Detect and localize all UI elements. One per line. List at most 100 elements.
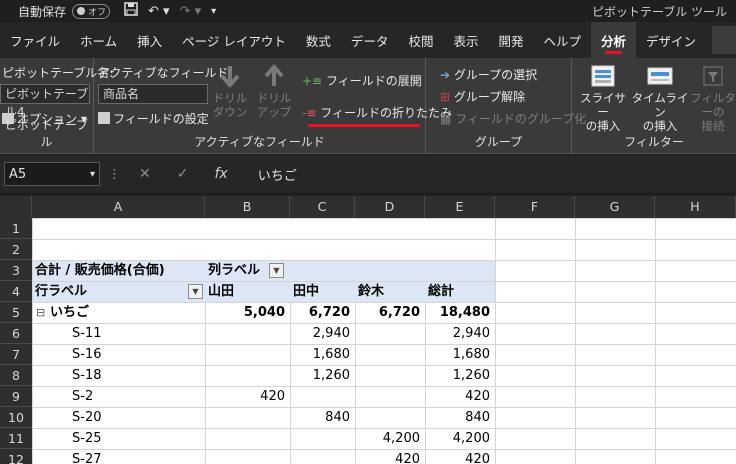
row-header-5[interactable]: 5 (0, 302, 32, 323)
column-labels-dropdown-icon[interactable]: ▼ (269, 263, 284, 278)
pivot-group-value[interactable]: 5,040 (208, 302, 290, 323)
pivot-group-value[interactable]: 6,720 (358, 302, 425, 323)
pivot-item-value[interactable] (208, 344, 290, 365)
pivot-item-value[interactable]: 420 (358, 449, 425, 464)
tab-10[interactable]: 分析 (591, 22, 637, 58)
pivot-item-label[interactable]: S-16 (72, 344, 205, 365)
row-header-12[interactable]: 12 (0, 449, 32, 464)
column-header-C[interactable]: C (290, 196, 355, 218)
insert-timeline-button[interactable]: タイムライン の挿入 (630, 64, 690, 133)
tab-7[interactable]: 表示 (443, 22, 488, 58)
select-all-corner[interactable] (0, 196, 32, 218)
drilldown-button[interactable]: ドリル ダウン (212, 64, 248, 119)
tab-5[interactable]: データ (341, 22, 399, 58)
column-header-B[interactable]: B (205, 196, 290, 218)
tab-8[interactable]: 開発 (488, 22, 533, 58)
undo-icon[interactable]: ↶ ▾ (148, 4, 170, 19)
column-header-G[interactable]: G (575, 196, 655, 218)
pivot-item-label[interactable]: S-20 (72, 407, 205, 428)
customize-icon[interactable]: ▾ (211, 6, 216, 17)
tab-11[interactable]: デザイン (636, 22, 706, 58)
redo-icon[interactable]: ↷ ▾ (180, 4, 202, 19)
pivot-item-value[interactable] (208, 365, 290, 386)
group-field-button[interactable]: ▦ フィールドのグループ化 (440, 110, 586, 127)
pivot-item-value[interactable]: 420 (208, 386, 290, 407)
pivot-item-value[interactable]: 420 (428, 449, 495, 464)
row-header-2[interactable]: 2 (0, 239, 32, 260)
pivot-item-value[interactable]: 840 (428, 407, 495, 428)
row-header-1[interactable]: 1 (0, 218, 32, 239)
tab-2[interactable]: 挿入 (127, 22, 172, 58)
pivot-item-value[interactable] (358, 344, 425, 365)
row-header-6[interactable]: 6 (0, 323, 32, 344)
pivot-item-value[interactable] (358, 365, 425, 386)
pivot-item-value[interactable]: 1,680 (293, 344, 355, 365)
pivot-item-value[interactable] (293, 449, 355, 464)
pivot-item-value[interactable] (208, 323, 290, 344)
ungroup-button[interactable]: ⊞ グループ解除 (440, 88, 525, 105)
cancel-icon[interactable]: ✕ (139, 166, 151, 182)
pivot-item-value[interactable] (358, 323, 425, 344)
tab-4[interactable]: 数式 (296, 22, 341, 58)
tab-0[interactable]: ファイル (0, 22, 70, 58)
save-icon[interactable] (124, 2, 138, 20)
drillup-button[interactable]: ドリルアップ (252, 63, 296, 119)
pivot-group-value[interactable]: 6,720 (293, 302, 355, 323)
insert-function-icon[interactable]: fx (214, 166, 227, 182)
pivot-column-header[interactable]: 田中 (293, 281, 355, 302)
pivot-item-value[interactable]: 2,940 (428, 323, 495, 344)
pivot-item-label[interactable]: S-25 (72, 428, 205, 449)
tab-6[interactable]: 校閲 (398, 22, 443, 58)
name-box[interactable]: A5 ▾ (4, 162, 100, 186)
row-header-10[interactable]: 10 (0, 407, 32, 428)
pivot-item-value[interactable]: 1,680 (428, 344, 495, 365)
pivot-item-value[interactable]: 420 (428, 386, 495, 407)
pivot-item-value[interactable]: 2,940 (293, 323, 355, 344)
enter-icon[interactable]: ✓ (177, 166, 189, 182)
pivot-group-value[interactable]: 18,480 (428, 302, 495, 323)
pivot-item-value[interactable]: 4,200 (428, 428, 495, 449)
pivot-item-value[interactable] (293, 386, 355, 407)
pivot-item-label[interactable]: S-11 (72, 323, 205, 344)
row-header-7[interactable]: 7 (0, 344, 32, 365)
insert-slicer-button[interactable]: スライサー の挿入 (576, 64, 630, 133)
pivot-item-label[interactable]: S-27 (72, 449, 205, 464)
column-header-A[interactable]: A (32, 196, 205, 218)
pivot-item-value[interactable]: 1,260 (293, 365, 355, 386)
pivot-values-label[interactable]: 合計 / 販売価格(合価) (35, 260, 205, 281)
column-header-E[interactable]: E (425, 196, 495, 218)
active-field-input[interactable]: 商品名 (98, 84, 208, 104)
tab-9[interactable]: ヘルプ (533, 22, 591, 58)
filter-connections-button[interactable]: フィルターの 接続 (690, 64, 736, 133)
row-header-8[interactable]: 8 (0, 365, 32, 386)
pivot-column-header[interactable]: 山田 (208, 281, 290, 302)
pivot-item-value[interactable]: 1,260 (428, 365, 495, 386)
column-header-D[interactable]: D (355, 196, 425, 218)
row-header-9[interactable]: 9 (0, 386, 32, 407)
row-header-11[interactable]: 11 (0, 428, 32, 449)
row-labels-dropdown-icon[interactable]: ▼ (188, 284, 203, 299)
pivot-item-value[interactable]: 4,200 (358, 428, 425, 449)
pivot-item-value[interactable] (208, 428, 290, 449)
pivot-item-value[interactable] (208, 449, 290, 464)
pivot-item-value[interactable] (293, 428, 355, 449)
autosave-toggle[interactable]: オフ (72, 3, 111, 19)
pivot-group-label[interactable]: いちご (50, 302, 205, 323)
expand-field-button[interactable]: +≡ フィールドの展開 (302, 72, 422, 89)
pivot-column-header[interactable]: 総計 (428, 281, 495, 302)
row-header-4[interactable]: 4 (0, 281, 32, 302)
pivot-item-label[interactable]: S-2 (72, 386, 205, 407)
tab-3[interactable]: ページ レイアウト (172, 22, 296, 58)
pivot-item-value[interactable]: 840 (293, 407, 355, 428)
name-box-dropdown-icon[interactable]: ▾ (90, 169, 95, 180)
pivot-column-header[interactable]: 鈴木 (358, 281, 425, 302)
row-header-3[interactable]: 3 (0, 260, 32, 281)
column-header-H[interactable]: H (655, 196, 736, 218)
collapse-group-icon[interactable]: ⊟ (36, 302, 50, 323)
pivot-name-input[interactable]: ピボットテーブル4 (0, 84, 90, 119)
formula-input[interactable]: いちご (258, 165, 297, 184)
pivot-item-label[interactable]: S-18 (72, 365, 205, 386)
tab-1[interactable]: ホーム (70, 22, 127, 58)
pivot-row-labels[interactable]: 行ラベル (35, 281, 205, 302)
pivot-item-value[interactable] (358, 386, 425, 407)
